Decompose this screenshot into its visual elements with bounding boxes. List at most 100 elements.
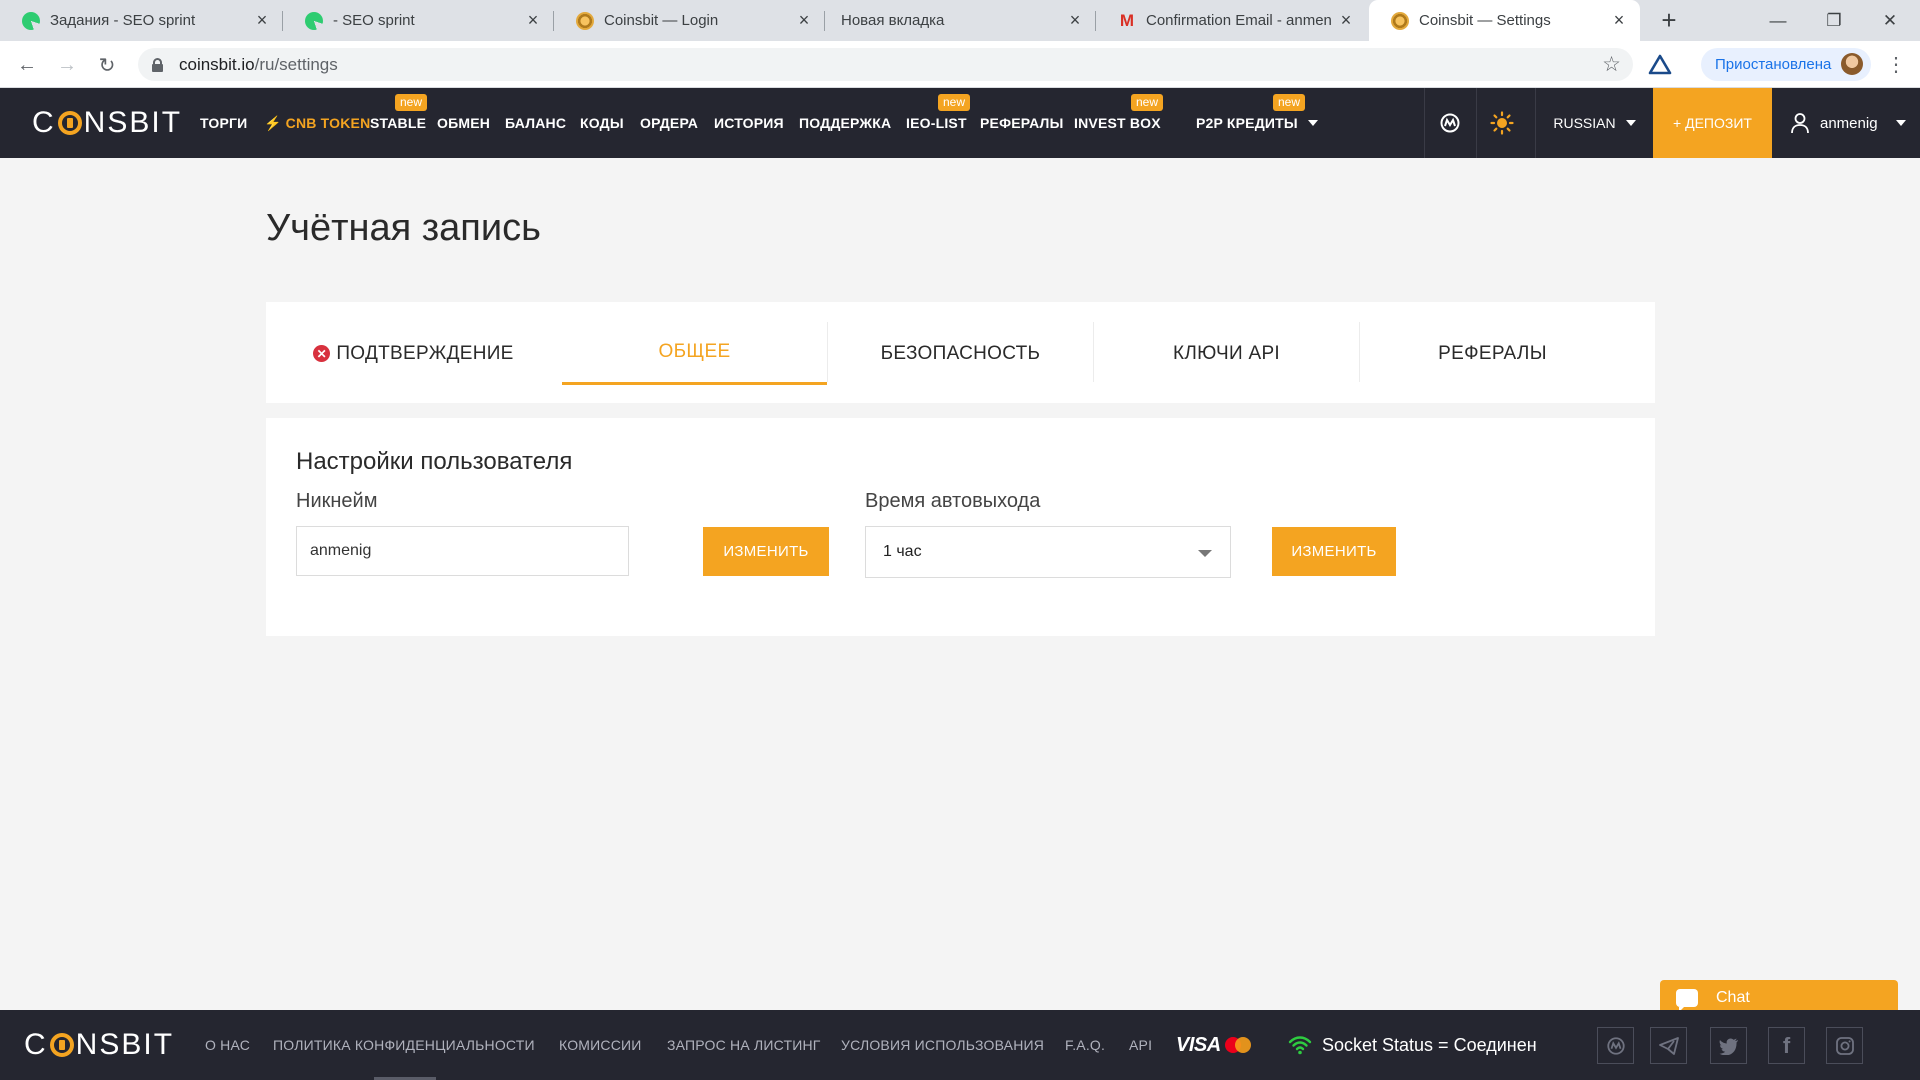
nav-exchange[interactable]: ОБМЕН — [437, 88, 490, 158]
deposit-button[interactable]: + ДЕПОЗИТ — [1653, 88, 1772, 158]
profile-status-label: Приостановлена — [1715, 56, 1832, 73]
site-footer: C NSBIT О НАС ПОЛИТИКА КОНФИДЕНЦИАЛЬНОСТИ… — [0, 1010, 1920, 1080]
footer-link-fees[interactable]: КОМИССИИ — [559, 1010, 642, 1080]
close-window-button[interactable]: ✕ — [1862, 0, 1918, 41]
nav-support[interactable]: ПОДДЕРЖКА — [799, 88, 891, 158]
extension-triangle-icon[interactable] — [1648, 53, 1672, 77]
telegram-icon[interactable] — [1650, 1027, 1687, 1064]
bookmark-star-icon[interactable]: ☆ — [1602, 52, 1621, 77]
footer-link-terms[interactable]: УСЛОВИЯ ИСПОЛЬЗОВАНИЯ — [841, 1010, 1044, 1080]
theme-sun-icon[interactable] — [1476, 88, 1528, 158]
settings-tabs: ✕ ПОДТВЕРЖДЕНИЕ ОБЩЕЕ БЕЗОПАСНОСТЬ КЛЮЧИ… — [266, 302, 1655, 403]
coinsbit-icon — [1391, 11, 1409, 30]
facebook-icon[interactable]: f — [1768, 1027, 1805, 1064]
close-icon[interactable]: × — [795, 10, 813, 31]
logo-text-right: NSBIT — [83, 106, 183, 139]
url-path: /ru/settings — [254, 54, 338, 74]
coinmarketcap-icon[interactable] — [1424, 88, 1476, 158]
nav-balance[interactable]: БАЛАНС — [505, 88, 566, 158]
logo-text-left: C — [32, 106, 56, 139]
footer-link-faq[interactable]: F.A.Q. — [1065, 1010, 1105, 1080]
nav-label: ПОДДЕРЖКА — [799, 115, 892, 131]
close-icon[interactable]: × — [1610, 10, 1628, 31]
tab-referrals[interactable]: РЕФЕРАЛЫ — [1360, 322, 1625, 385]
browser-toolbar: ← → ↻ coinsbit.io/ru/settings ☆ Приостан… — [0, 41, 1920, 88]
close-icon[interactable]: × — [1066, 10, 1084, 31]
tab-general[interactable]: ОБЩЕЕ — [562, 322, 827, 385]
close-icon[interactable]: × — [524, 10, 542, 31]
reload-icon[interactable]: ↻ — [92, 50, 122, 80]
seo-sprint-icon — [305, 11, 323, 30]
browser-tab[interactable]: M Confirmation Email - anmen × — [1096, 0, 1367, 41]
nav-history[interactable]: ИСТОРИЯ — [714, 88, 784, 158]
visa-text: VISA — [1176, 1033, 1221, 1056]
close-icon[interactable]: × — [1337, 10, 1355, 31]
address-bar[interactable]: coinsbit.io/ru/settings ☆ — [138, 48, 1633, 81]
footer-link-privacy[interactable]: ПОЛИТИКА КОНФИДЕНЦИАЛЬНОСТИ — [273, 1010, 535, 1080]
browser-tab[interactable]: Coinsbit — Login × — [554, 0, 825, 41]
lock-icon[interactable] — [152, 58, 163, 72]
new-tab-button[interactable]: + — [1655, 6, 1683, 34]
change-autologout-button[interactable]: ИЗМЕНИТЬ — [1272, 527, 1396, 576]
browser-tab[interactable]: - SEO sprint × — [283, 0, 554, 41]
user-settings-card: Настройки пользователя Никнейм ИЗМЕНИТЬ … — [266, 418, 1655, 636]
visa-mastercard-logo: VISA — [1176, 1034, 1253, 1056]
tab-api-keys[interactable]: КЛЮЧИ API — [1094, 322, 1359, 385]
seo-sprint-icon — [22, 11, 40, 30]
error-x-icon: ✕ — [313, 345, 331, 362]
nav-label: P2P КРЕДИТЫ — [1196, 115, 1298, 131]
footer-link-about[interactable]: О НАС — [205, 1010, 250, 1080]
browser-tab[interactable]: Новая вкладка × — [825, 0, 1096, 41]
footer-logo[interactable]: C NSBIT — [24, 1028, 174, 1062]
logo-coin-icon — [57, 111, 82, 135]
coinsbit-logo[interactable]: C NSBIT — [32, 106, 182, 140]
back-icon[interactable]: ← — [12, 50, 42, 80]
facebook-glyph: f — [1782, 1032, 1791, 1058]
twitter-icon[interactable] — [1710, 1027, 1747, 1064]
sun-icon — [1490, 111, 1514, 135]
forward-icon[interactable]: → — [52, 50, 82, 80]
instagram-icon[interactable] — [1826, 1027, 1863, 1064]
close-icon[interactable]: × — [253, 10, 271, 31]
browser-tab-active[interactable]: Coinsbit — Settings × — [1369, 0, 1640, 41]
tab-verification[interactable]: ✕ ПОДТВЕРЖДЕНИЕ — [266, 322, 561, 385]
change-nickname-button[interactable]: ИЗМЕНИТЬ — [703, 527, 829, 576]
language-select[interactable]: RUSSIAN — [1536, 88, 1653, 158]
section-title: Настройки пользователя — [296, 448, 573, 475]
browser-tab-title: Задания - SEO sprint — [50, 12, 196, 29]
browser-tab-title: Новая вкладка — [841, 12, 945, 29]
browser-tab[interactable]: Задания - SEO sprint × — [0, 0, 283, 41]
nav-label: CNB TOKEN — [285, 115, 371, 131]
user-menu[interactable]: anmenig — [1790, 88, 1906, 158]
user-icon — [1791, 113, 1809, 134]
tab-label: ОБЩЕЕ — [658, 341, 731, 362]
autologout-select[interactable]: 1 час — [865, 526, 1231, 578]
nickname-input[interactable] — [296, 526, 629, 576]
chat-label: Chat — [1716, 989, 1750, 1006]
coinmarketcap-icon-svg — [1440, 113, 1460, 133]
restore-button[interactable]: ❐ — [1806, 0, 1862, 41]
nav-label: INVEST BOX — [1074, 115, 1161, 131]
nav-referrals[interactable]: РЕФЕРАЛЫ — [980, 88, 1063, 158]
profile-paused-button[interactable]: Приостановлена — [1701, 48, 1871, 81]
telegram-glyph — [1658, 1036, 1679, 1055]
footer-link-listing[interactable]: ЗАПРОС НА ЛИСТИНГ — [667, 1010, 821, 1080]
new-badge: new — [1273, 94, 1306, 111]
browser-menu-icon[interactable]: ⋮ — [1884, 53, 1908, 77]
new-badge: new — [395, 94, 428, 111]
minimize-button[interactable]: — — [1750, 0, 1806, 41]
nav-orders[interactable]: ОРДЕРА — [640, 88, 698, 158]
footer-link-api[interactable]: API — [1129, 1010, 1152, 1080]
page-title: Учётная запись — [266, 207, 541, 249]
nav-codes[interactable]: КОДЫ — [580, 88, 624, 158]
browser-tab-title: Coinsbit — Login — [604, 12, 719, 29]
tab-label: КЛЮЧИ API — [1172, 342, 1281, 364]
coinmarketcap-icon[interactable] — [1597, 1027, 1634, 1064]
gmail-icon: M — [1119, 10, 1135, 30]
tab-security[interactable]: БЕЗОПАСНОСТЬ — [828, 322, 1093, 385]
nav-cnb-token[interactable]: ⚡ CNB TOKEN — [264, 88, 370, 158]
nav-label: IEO-LIST — [906, 115, 967, 131]
nav-trading[interactable]: ТОРГИ — [200, 88, 247, 158]
browser-tab-title: - SEO sprint — [333, 12, 415, 29]
site-header: C NSBIT ТОРГИ ⚡ CNB TOKEN STABLE new ОБМЕН… — [0, 88, 1920, 158]
